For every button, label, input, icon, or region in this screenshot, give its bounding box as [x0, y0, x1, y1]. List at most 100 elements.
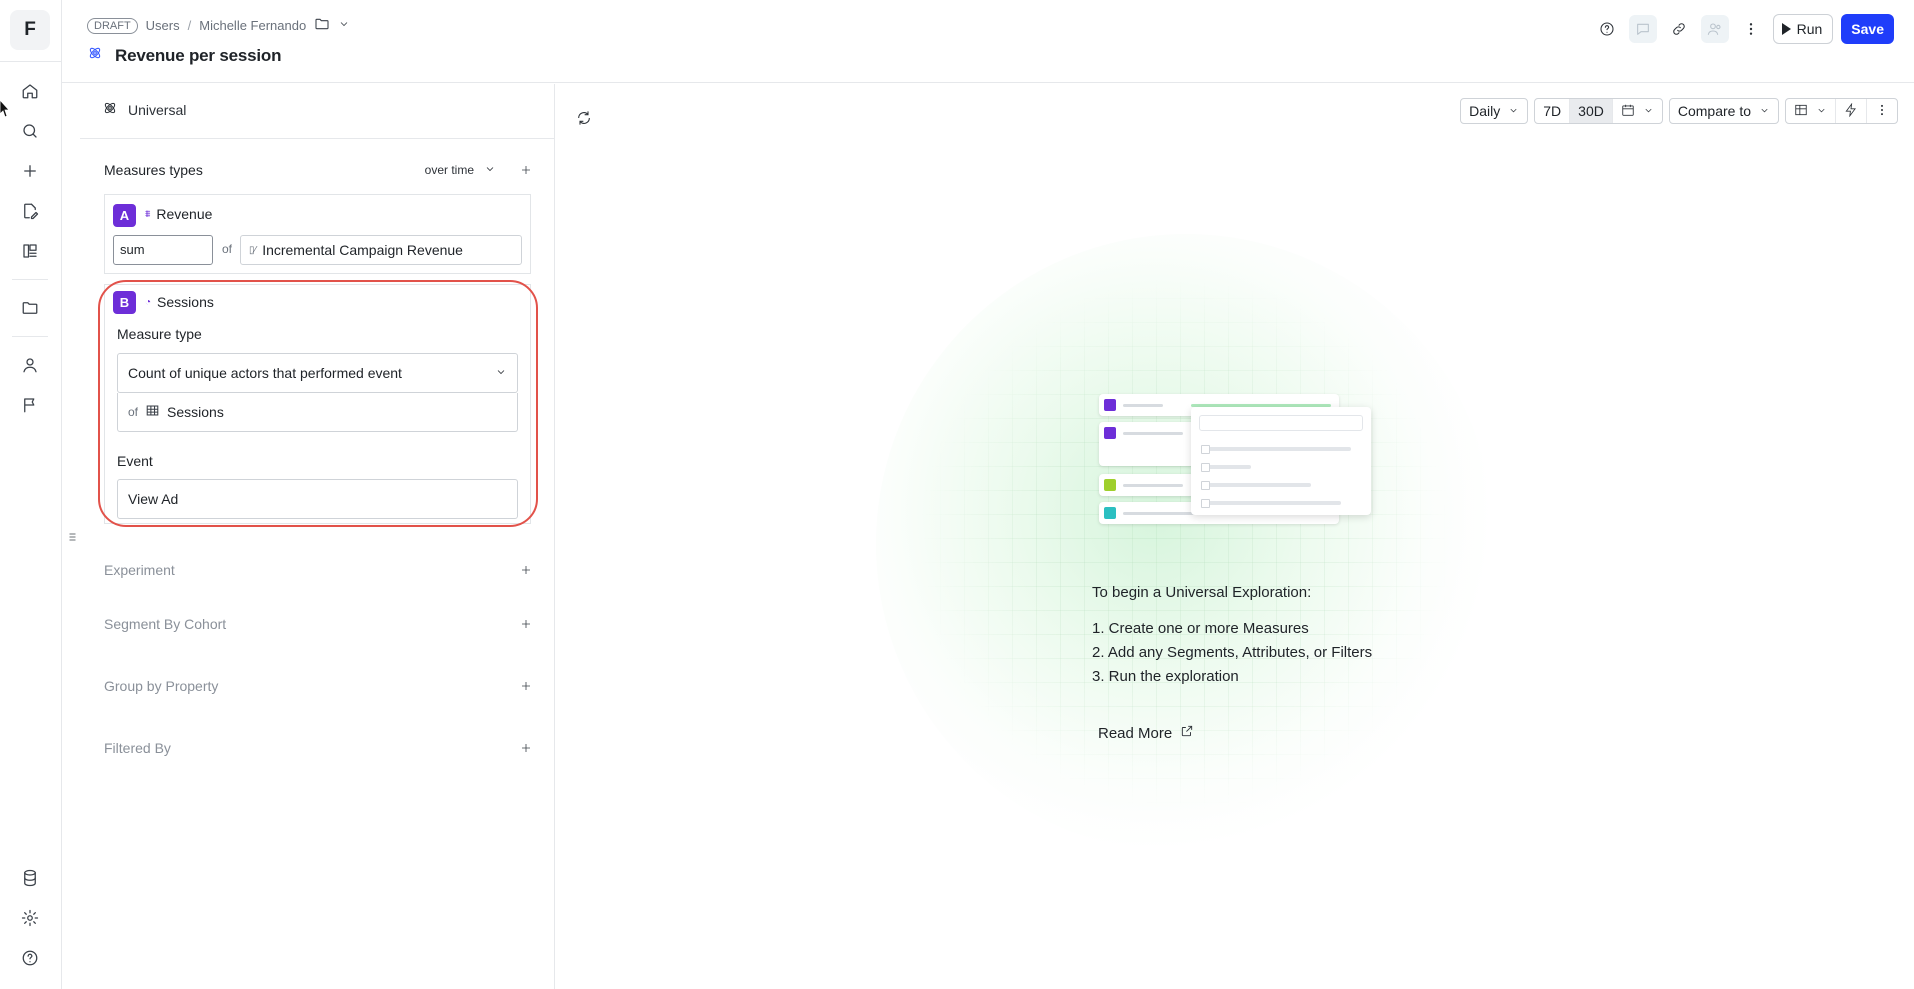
add-experiment-button[interactable] — [518, 562, 534, 578]
session-icon: ◔ — [145, 296, 152, 308]
add-group-by-button[interactable] — [518, 678, 534, 694]
nav-rail: F — [0, 0, 62, 989]
breadcrumb-users[interactable]: Users — [146, 18, 180, 33]
aggregation-input[interactable]: sum — [113, 235, 213, 265]
share-users-icon[interactable] — [1700, 15, 1729, 43]
page-title[interactable]: Revenue per session — [115, 46, 281, 66]
universal-icon — [102, 100, 118, 119]
search-icon[interactable] — [18, 119, 42, 143]
run-button[interactable]: Run — [1772, 14, 1834, 44]
calendar-icon — [1621, 103, 1635, 120]
folder-icon[interactable] — [18, 296, 42, 320]
chevron-down-icon[interactable] — [338, 18, 350, 33]
range-7d-button[interactable]: 7D — [1535, 99, 1569, 123]
range-30d-button[interactable]: 30D — [1569, 99, 1612, 123]
chart-toolbar: Daily 7D 30D Compare to — [1460, 98, 1898, 124]
event-label: Event — [117, 453, 153, 469]
refresh-icon[interactable] — [576, 110, 594, 128]
segment-label: Segment By Cohort — [104, 616, 227, 632]
user-icon[interactable] — [18, 353, 42, 377]
chevron-down-icon — [1643, 103, 1654, 119]
measure-card-a: A ⩩ Revenue sum of ▯⁄ Incremental Campai… — [104, 194, 531, 274]
read-more-link[interactable]: Read More — [1098, 724, 1194, 742]
over-time-select[interactable]: over time — [425, 163, 496, 178]
view-type-group — [1785, 98, 1898, 124]
app-logo[interactable]: F — [10, 10, 50, 50]
panel-gutter — [62, 84, 80, 989]
chevron-down-icon — [484, 163, 496, 178]
flag-icon[interactable] — [18, 393, 42, 417]
more-options-icon[interactable] — [1737, 15, 1765, 43]
rail-divider — [12, 336, 48, 337]
status-badge: DRAFT — [87, 17, 138, 34]
comment-icon[interactable] — [1628, 15, 1657, 43]
save-button[interactable]: Save — [1841, 14, 1894, 44]
event-value: View Ad — [128, 491, 179, 507]
table-view-button[interactable] — [1786, 99, 1835, 123]
lightning-icon — [1844, 102, 1858, 120]
add-filter-button[interactable] — [518, 740, 534, 756]
segment-section: Segment By Cohort — [104, 616, 534, 632]
help-icon[interactable] — [18, 946, 42, 970]
add-measure-button[interactable] — [518, 162, 534, 178]
experiment-section: Experiment — [104, 562, 534, 578]
lightning-button[interactable] — [1835, 99, 1866, 123]
list-icon[interactable] — [65, 530, 77, 542]
more-options-button[interactable] — [1866, 99, 1897, 123]
illustration-popover — [1191, 407, 1371, 515]
property-label: Incremental Campaign Revenue — [262, 242, 463, 258]
external-link-icon — [1180, 724, 1194, 742]
database-icon[interactable] — [18, 866, 42, 890]
gear-icon[interactable] — [18, 906, 42, 930]
granularity-label: Daily — [1469, 103, 1501, 119]
chevron-down-icon — [1508, 103, 1519, 119]
breadcrumb-owner[interactable]: Michelle Fernando — [199, 18, 306, 33]
metric-icon: ⩩ — [145, 208, 151, 220]
group-by-label: Group by Property — [104, 678, 219, 694]
measures-label: Measures types — [104, 162, 203, 178]
help-icon[interactable] — [1593, 15, 1621, 43]
measure-type-select[interactable]: Count of unique actors that performed ev… — [117, 353, 518, 393]
property-icon: ▯⁄ — [249, 244, 257, 256]
plus-icon[interactable] — [18, 159, 42, 183]
mouse-cursor-icon — [0, 100, 10, 118]
add-segment-button[interactable] — [518, 616, 534, 632]
board-icon[interactable] — [18, 239, 42, 263]
universal-icon — [87, 45, 103, 66]
empty-state-instructions: To begin a Universal Exploration: 1. Cre… — [1092, 584, 1372, 689]
query-builder-panel: Universal Measures types over time A ⩩ R… — [80, 84, 555, 989]
universal-type-row[interactable]: Universal — [102, 100, 186, 119]
run-button-label: Run — [1796, 21, 1823, 37]
link-icon[interactable] — [1665, 15, 1693, 43]
play-icon — [1781, 23, 1791, 35]
table-icon — [146, 404, 159, 420]
edit-file-icon[interactable] — [18, 199, 42, 223]
measure-name[interactable]: ◔ Sessions — [145, 294, 214, 310]
rail-divider — [12, 279, 48, 280]
measure-name-label: Sessions — [157, 294, 214, 310]
measure-card-b: B ◔ Sessions Measure type Count of uniqu… — [104, 284, 531, 524]
event-select[interactable]: View Ad — [117, 479, 518, 519]
compare-select[interactable]: Compare to — [1668, 98, 1779, 124]
measure-letter-badge: A — [113, 204, 136, 227]
measure-name[interactable]: ⩩ Revenue — [145, 206, 212, 222]
empty-state-step: 3. Run the exploration — [1092, 668, 1239, 685]
filter-section: Filtered By — [104, 740, 534, 756]
table-icon — [1794, 103, 1808, 120]
home-icon[interactable] — [18, 79, 42, 103]
granularity-select[interactable]: Daily — [1460, 98, 1529, 124]
date-picker-button[interactable] — [1611, 99, 1662, 123]
measures-header: Measures types over time — [104, 162, 534, 178]
property-select[interactable]: ▯⁄ Incremental Campaign Revenue — [240, 235, 522, 265]
actor-table-select[interactable]: of Sessions — [117, 393, 518, 432]
compare-label: Compare to — [1677, 103, 1751, 119]
measure-type-label: Measure type — [117, 326, 202, 342]
measure-type-value: Count of unique actors that performed ev… — [128, 365, 402, 381]
empty-state-step: 1. Create one or more Measures — [1092, 620, 1309, 637]
date-range-group: 7D 30D — [1534, 98, 1663, 124]
folder-icon[interactable] — [314, 16, 330, 35]
breadcrumb: DRAFT Users / Michelle Fernando — [87, 16, 350, 35]
empty-state-step: 2. Add any Segments, Attributes, or Filt… — [1092, 644, 1373, 661]
group-by-section: Group by Property — [104, 678, 534, 694]
universal-label: Universal — [128, 101, 187, 118]
